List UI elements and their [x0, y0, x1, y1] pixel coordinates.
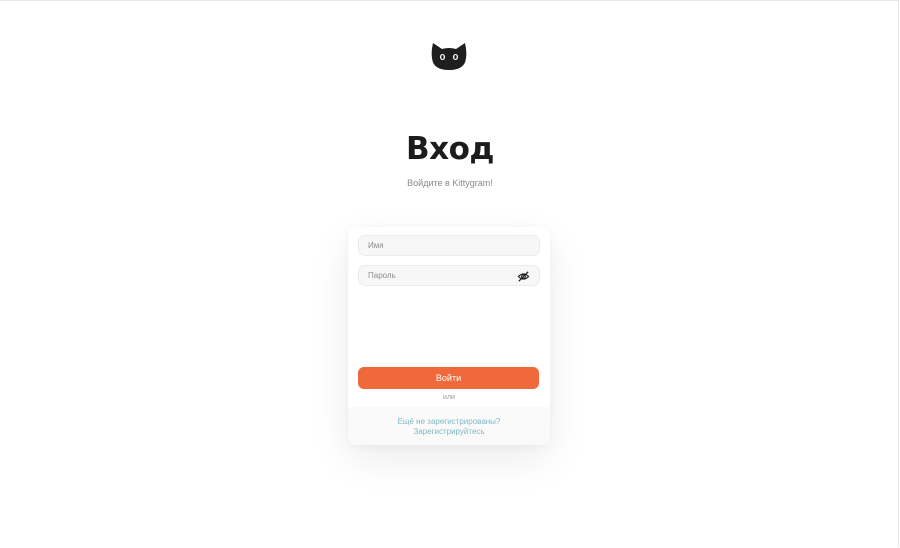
card-footer: Ещё не зарегистрированы? Зарегистрируйте… [348, 407, 550, 445]
eye-off-icon[interactable] [517, 270, 530, 283]
username-input[interactable] [359, 236, 539, 255]
page-title: Вход [406, 131, 494, 167]
or-divider-label: или [443, 394, 455, 401]
username-field[interactable] [358, 235, 540, 256]
register-question-link[interactable]: Ещё не зарегистрированы? [348, 417, 550, 426]
login-button[interactable]: Войти [358, 367, 539, 389]
page-subtitle: Войдите в Kittygram! [407, 178, 493, 188]
password-input[interactable] [359, 266, 539, 285]
cat-logo-icon [430, 40, 468, 72]
login-card: Войти или Ещё не зарегистрированы? Зарег… [348, 227, 550, 445]
password-field[interactable] [358, 265, 540, 286]
register-link[interactable]: Зарегистрируйтесь [348, 427, 550, 436]
